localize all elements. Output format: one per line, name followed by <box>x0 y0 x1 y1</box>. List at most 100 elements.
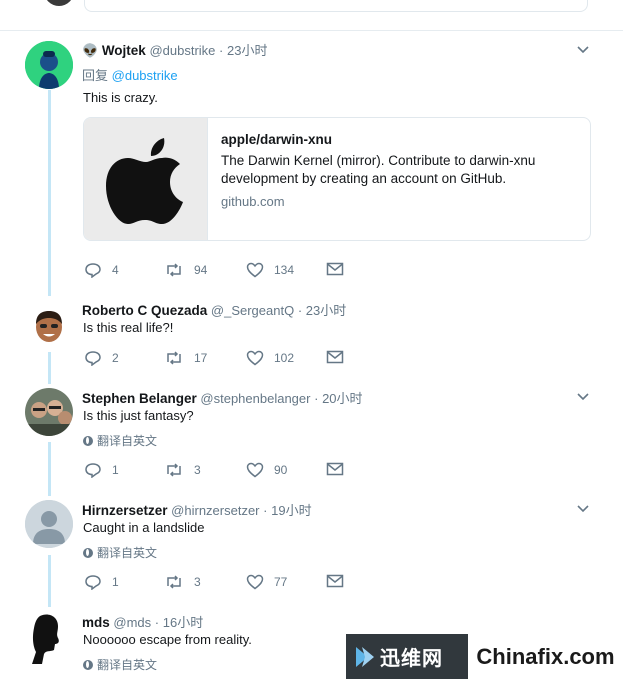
translate-link[interactable]: 翻译自英文 <box>83 544 157 561</box>
reply-prefix: 回复 <box>82 68 109 83</box>
avatar[interactable] <box>44 0 74 6</box>
retweet-button[interactable]: 94 <box>164 262 207 278</box>
tweet-header: Stephen Belanger @stephenbelanger · 20小时 <box>82 388 363 407</box>
reply-count: 1 <box>112 575 119 589</box>
envelope-icon <box>326 262 344 276</box>
timestamp[interactable]: 20小时 <box>322 391 362 406</box>
display-name[interactable]: Stephen Belanger <box>82 391 197 406</box>
retweet-button[interactable]: 3 <box>164 462 201 478</box>
retweet-count: 17 <box>194 351 208 365</box>
user-handle[interactable]: @mds <box>113 615 151 630</box>
like-count: 77 <box>274 575 288 589</box>
tweet-header: 👽 Wojtek @dubstrike · 23小时 <box>82 40 267 59</box>
separator: · <box>263 503 268 518</box>
avatar[interactable] <box>25 41 73 89</box>
tweet-text: Is this real life?! <box>83 320 174 335</box>
like-button[interactable]: 134 <box>246 262 294 278</box>
watermark-logo-block: 迅维网 <box>346 634 468 679</box>
tweet[interactable]: Roberto C Quezada @_SergeantQ · 23小时 Is … <box>0 296 623 376</box>
user-handle[interactable]: @dubstrike <box>149 43 215 58</box>
like-button[interactable]: 102 <box>246 350 294 366</box>
reply-button[interactable]: 1 <box>84 462 119 478</box>
reply-button[interactable]: 2 <box>84 350 119 366</box>
timestamp[interactable]: 16小时 <box>163 615 203 630</box>
reply-count: 4 <box>112 263 119 277</box>
tweet[interactable]: Hirnzersetzer @hirnzersetzer · 19小时 Caug… <box>0 496 623 608</box>
reply-box-fragment[interactable] <box>84 0 588 12</box>
previous-tweet-fragment <box>0 0 623 31</box>
default-avatar-icon <box>25 500 73 548</box>
separator: · <box>154 615 160 630</box>
globe-icon <box>83 547 93 558</box>
user-handle[interactable]: @hirnzersetzer <box>171 503 259 518</box>
retweet-button[interactable]: 17 <box>164 350 207 366</box>
reply-button[interactable]: 4 <box>84 262 119 278</box>
like-count: 102 <box>274 351 295 365</box>
tweet-text: This is crazy. <box>83 90 158 105</box>
timestamp[interactable]: 23小时 <box>227 43 267 58</box>
chevron-down-icon[interactable] <box>576 392 590 402</box>
avatar[interactable] <box>25 388 73 436</box>
display-name[interactable]: mds <box>82 615 110 630</box>
tweet-actions: 4 94 134 <box>84 262 364 280</box>
reply-mention-link[interactable]: @dubstrike <box>112 68 178 83</box>
card-title: apple/darwin-xnu <box>221 132 333 147</box>
translate-label: 翻译自英文 <box>97 434 158 448</box>
timestamp[interactable]: 19小时 <box>271 503 311 518</box>
avatar[interactable] <box>33 308 65 348</box>
display-name[interactable]: Wojtek <box>102 43 146 58</box>
display-name[interactable]: Roberto C Quezada <box>82 303 207 318</box>
reply-count: 1 <box>112 463 119 477</box>
tweet[interactable]: 👽 Wojtek @dubstrike · 23小时 回复 @dubstrike… <box>0 31 623 296</box>
heart-icon <box>246 350 264 366</box>
tweet-header: Hirnzersetzer @hirnzersetzer · 19小时 <box>82 500 312 519</box>
retweet-button[interactable]: 3 <box>164 574 201 590</box>
like-button[interactable]: 90 <box>246 462 287 478</box>
translate-label: 翻译自英文 <box>97 546 158 560</box>
chinafix-logo-icon <box>356 646 374 667</box>
tweet[interactable]: Stephen Belanger @stephenbelanger · 20小时… <box>0 384 623 496</box>
alien-emoji-icon: 👽 <box>82 43 99 58</box>
translate-link[interactable]: 翻译自英文 <box>83 656 157 673</box>
tweet-actions: 2 17 102 <box>84 350 364 368</box>
direct-message-button[interactable] <box>326 262 344 276</box>
tweet-actions: 1 3 77 <box>84 574 364 592</box>
translate-label: 翻译自英文 <box>97 658 158 672</box>
user-handle[interactable]: @_SergeantQ <box>211 303 294 318</box>
retweet-icon <box>167 463 181 477</box>
retweet-count: 3 <box>194 575 201 589</box>
separator: · <box>297 303 303 318</box>
separator: · <box>219 43 224 58</box>
reply-button[interactable]: 1 <box>84 574 119 590</box>
separator: · <box>314 391 319 406</box>
user-handle[interactable]: @stephenbelanger <box>200 391 310 406</box>
chevron-down-icon[interactable] <box>576 504 590 514</box>
chevron-down-icon[interactable] <box>576 45 590 55</box>
watermark-en-text: Chinafix.com <box>476 643 615 669</box>
timestamp[interactable]: 23小时 <box>306 303 346 318</box>
link-card[interactable]: apple/darwin-xnu The Darwin Kernel (mirr… <box>83 117 591 241</box>
like-button[interactable]: 77 <box>246 574 287 590</box>
like-count: 134 <box>274 263 295 277</box>
heart-icon <box>246 574 264 590</box>
reply-icon <box>85 263 101 278</box>
avatar[interactable] <box>25 500 73 548</box>
retweet-icon <box>167 351 181 365</box>
direct-message-button[interactable] <box>326 574 344 588</box>
direct-message-button[interactable] <box>326 350 344 364</box>
display-name[interactable]: Hirnzersetzer <box>82 503 168 518</box>
translate-link[interactable]: 翻译自英文 <box>83 432 157 449</box>
direct-message-button[interactable] <box>326 462 344 476</box>
reply-icon <box>85 463 101 478</box>
card-description: The Darwin Kernel (mirror). Contribute t… <box>221 153 536 186</box>
heart-icon <box>246 262 264 278</box>
envelope-icon <box>326 462 344 476</box>
watermark-site-block: Chinafix.com <box>468 634 623 679</box>
apple-logo-icon <box>106 138 183 224</box>
envelope-icon <box>326 350 344 364</box>
avatar[interactable] <box>28 612 68 664</box>
tweet-text: Noooooo escape from reality. <box>83 632 252 647</box>
reply-count: 2 <box>112 351 119 365</box>
retweet-icon <box>167 575 181 589</box>
heart-icon <box>246 462 264 478</box>
